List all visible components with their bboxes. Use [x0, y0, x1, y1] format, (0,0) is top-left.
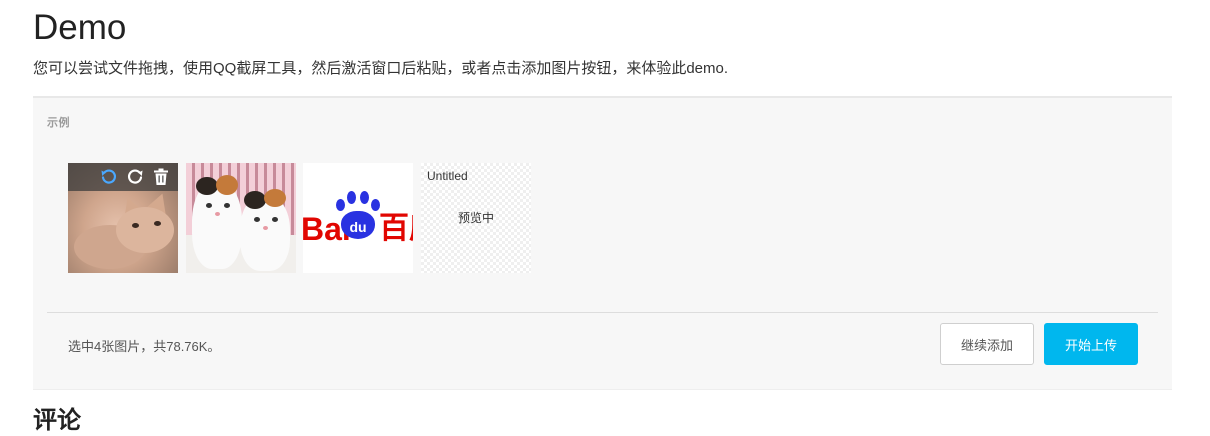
baidu-paw-icon: du — [341, 211, 375, 239]
selection-status: 选中4张图片，共78.76K。 — [68, 339, 221, 354]
comments-heading: 评论 — [33, 407, 81, 434]
two-kittens-image — [186, 163, 296, 273]
demo-panel: 示例 Bai du 百 Untitled 预览中 选中4张图片，共78.76K。… — [33, 96, 1172, 390]
continue-add-button[interactable]: 继续添加 — [940, 323, 1034, 365]
start-upload-button[interactable]: 开始上传 — [1044, 323, 1138, 365]
thumbnail-kitten[interactable] — [68, 163, 178, 273]
thumbnail-two-kittens[interactable] — [186, 163, 296, 273]
rotate-left-icon[interactable] — [99, 167, 119, 187]
thumbnail-untitled[interactable]: Untitled 预览中 — [421, 163, 531, 273]
baidu-logo-du: du — [349, 218, 367, 235]
page-description: 您可以尝试文件拖拽，使用QQ截屏工具，然后激活窗口后粘贴，或者点击添加图片按钮，… — [33, 60, 729, 77]
panel-divider — [47, 312, 1158, 313]
preview-status: 预览中 — [457, 211, 494, 225]
rotate-right-icon[interactable] — [125, 167, 145, 187]
baidu-logo-image: Bai du 百度 — [303, 163, 413, 273]
untitled-placeholder: Untitled 预览中 — [421, 163, 531, 273]
page-title: Demo — [33, 8, 127, 47]
panel-label: 示例 — [47, 117, 70, 129]
baidu-logo-text-right: 百度 — [379, 211, 413, 246]
trash-icon[interactable] — [151, 167, 171, 187]
thumbnail-toolbar — [68, 163, 178, 191]
thumbnail-baidu[interactable]: Bai du 百度 — [303, 163, 413, 273]
thumbnail-filename: Untitled — [427, 169, 468, 183]
